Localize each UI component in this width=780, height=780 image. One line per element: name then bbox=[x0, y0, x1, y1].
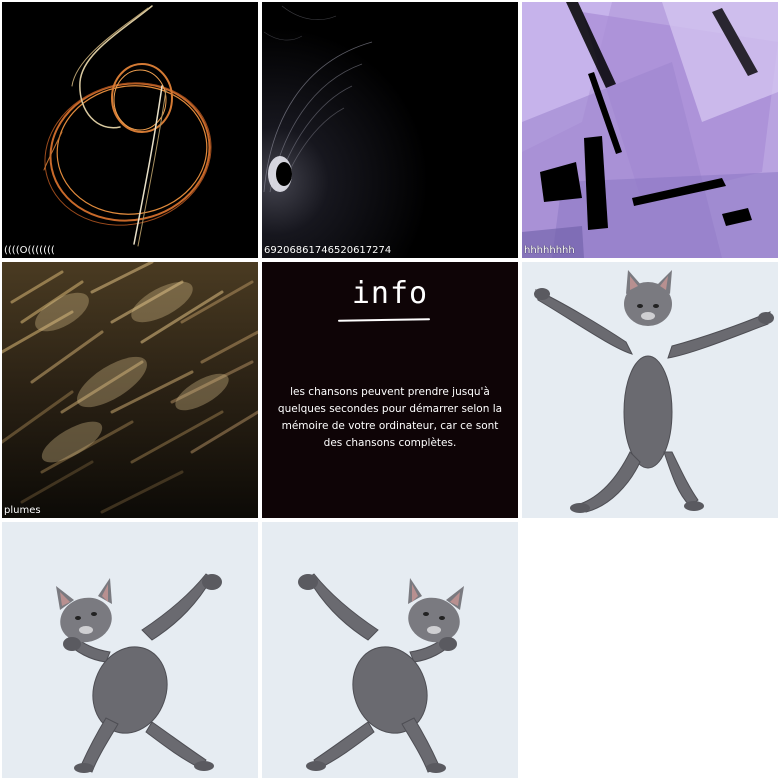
song-tile-plumes[interactable]: plumes bbox=[2, 262, 258, 518]
song-tile-tunnel[interactable]: 69206861746520617274 bbox=[262, 2, 518, 258]
song-tile-grid: ((((O((((((( 69206861746520617274 hhhhhh… bbox=[0, 0, 780, 780]
tunnel-artwork bbox=[262, 2, 518, 258]
tile-caption: plumes bbox=[4, 505, 41, 516]
song-tile-cat-2[interactable] bbox=[2, 522, 258, 778]
song-tile-shards[interactable]: hhhhhhhh bbox=[522, 2, 778, 258]
song-tile-cat-1[interactable] bbox=[522, 262, 778, 518]
info-panel: info les chansons peuvent prendre jusqu'… bbox=[262, 262, 518, 518]
swirl-artwork bbox=[2, 2, 258, 258]
tile-caption: hhhhhhhh bbox=[524, 245, 575, 256]
plumes-artwork bbox=[2, 262, 258, 518]
song-tile-swirl[interactable]: ((((O((((((( bbox=[2, 2, 258, 258]
info-title: info bbox=[351, 276, 429, 311]
tile-caption: ((((O((((((( bbox=[4, 245, 55, 256]
dancing-cat-image bbox=[262, 522, 518, 778]
song-tile-cat-3[interactable] bbox=[262, 522, 518, 778]
tile-caption: 69206861746520617274 bbox=[264, 245, 392, 256]
dancing-cat-image bbox=[2, 522, 258, 778]
info-text: les chansons peuvent prendre jusqu'à que… bbox=[277, 386, 503, 449]
dancing-cat-image bbox=[522, 262, 778, 518]
shards-artwork bbox=[522, 2, 778, 258]
